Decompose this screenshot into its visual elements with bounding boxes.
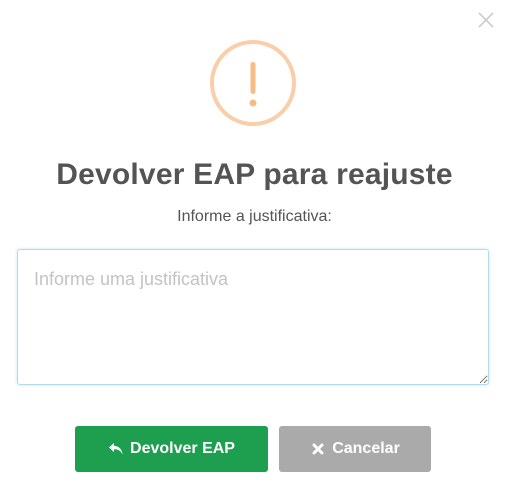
justification-textarea[interactable]: [17, 249, 489, 385]
return-eap-button-label: Devolver EAP: [130, 440, 235, 457]
cancel-button[interactable]: Cancelar: [279, 426, 431, 472]
exclamation-warning-icon: [210, 40, 296, 126]
return-eap-button[interactable]: Devolver EAP: [75, 426, 268, 472]
dialog-title: Devolver EAP para reajuste: [56, 158, 453, 191]
return-eap-dialog: Devolver EAP para reajuste Informe a jus…: [0, 0, 509, 489]
reply-arrow-icon: [108, 441, 124, 457]
dialog-subtitle: Informe a justificativa:: [177, 208, 332, 225]
cancel-button-label: Cancelar: [332, 440, 400, 457]
close-button[interactable]: [476, 10, 496, 30]
x-icon: [310, 441, 326, 457]
close-icon: [478, 12, 494, 28]
